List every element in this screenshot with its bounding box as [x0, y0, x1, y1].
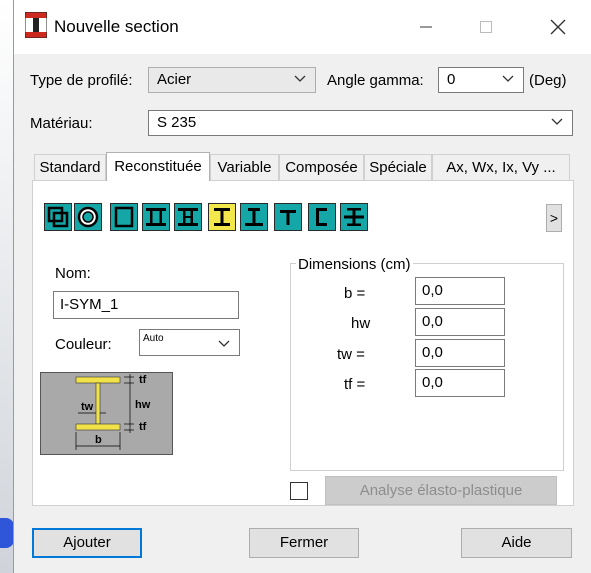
- diagram-tf-bottom-label: tf: [139, 421, 147, 433]
- angle-gamma-label: Angle gamma:: [327, 72, 424, 89]
- color-value: Auto: [143, 333, 164, 344]
- box-section-button[interactable]: [44, 203, 72, 231]
- t-section-button[interactable]: [274, 203, 302, 231]
- dim-tw-input[interactable]: 0,0: [415, 339, 505, 367]
- dim-hw-label: hw: [351, 315, 371, 332]
- rectangular-box-icon: [114, 206, 134, 228]
- diagram-b-label: b: [95, 434, 102, 446]
- close-icon: [550, 19, 566, 35]
- help-button[interactable]: Aide: [461, 528, 572, 558]
- box-with-flanges-icon: [178, 208, 198, 226]
- material-value: S 235: [157, 114, 197, 131]
- tab-speciale[interactable]: Spéciale: [364, 154, 432, 180]
- profile-type-label: Type de profilé:: [30, 72, 133, 89]
- dialog-window: Nouvelle section Type de profilé: Acier …: [13, 0, 591, 573]
- dim-tf-input[interactable]: 0,0: [415, 369, 505, 397]
- angle-gamma-unit: (Deg): [529, 72, 567, 89]
- dim-hw-value: 0,0: [422, 313, 443, 330]
- tab-composee[interactable]: Composée: [279, 154, 364, 180]
- minimize-button[interactable]: [411, 12, 441, 42]
- plastic-analysis-checkbox[interactable]: [290, 482, 308, 500]
- double-web-box-button[interactable]: [142, 203, 170, 231]
- chevron-down-icon: [294, 75, 306, 82]
- profile-type-value: Acier: [157, 71, 192, 88]
- diagram-tw-label: tw: [81, 401, 94, 413]
- maximize-icon: [480, 21, 492, 33]
- material-select[interactable]: S 235: [148, 110, 573, 136]
- tab-reconstituee[interactable]: Reconstituée: [106, 152, 210, 181]
- dim-tw-label: tw =: [337, 346, 365, 363]
- chevron-down-icon: [218, 340, 230, 347]
- close-button[interactable]: [543, 12, 573, 42]
- chevron-down-icon: [502, 75, 514, 82]
- profile-type-select[interactable]: Acier: [148, 67, 316, 93]
- c-channel-icon: [316, 208, 327, 226]
- chevron-down-icon: [551, 118, 563, 125]
- angle-gamma-select[interactable]: 0: [438, 67, 524, 93]
- dim-tw-value: 0,0: [422, 344, 443, 361]
- minimize-icon: [420, 26, 432, 28]
- cross-section-button[interactable]: [340, 203, 368, 231]
- name-value: I-SYM_1: [60, 296, 119, 313]
- dim-tf-value: 0,0: [422, 374, 443, 391]
- circular-tube-button[interactable]: [74, 203, 102, 231]
- circular-tube-icon: [77, 206, 99, 228]
- title-bar: Nouvelle section: [14, 0, 591, 54]
- name-label: Nom:: [55, 265, 91, 282]
- i-symmetric-button[interactable]: [208, 203, 236, 231]
- rectangular-box-button[interactable]: [110, 203, 138, 231]
- maximize-button[interactable]: [471, 12, 501, 42]
- dimensions-legend: Dimensions (cm): [296, 256, 413, 273]
- window-title: Nouvelle section: [54, 17, 179, 36]
- i-beam-app-icon: [25, 12, 47, 38]
- dim-b-input[interactable]: 0,0: [415, 277, 505, 305]
- dim-hw-input[interactable]: 0,0: [415, 308, 505, 336]
- tab-variable[interactable]: Variable: [210, 154, 279, 180]
- diagram-hw-label: hw: [135, 399, 151, 411]
- color-select[interactable]: Auto: [139, 329, 240, 356]
- i-symmetric-icon: [214, 208, 230, 226]
- tab-standard[interactable]: Standard: [34, 154, 106, 180]
- dim-b-label: b =: [344, 285, 366, 302]
- dim-tf-label: tf =: [344, 376, 366, 393]
- box-section-icon: [47, 206, 69, 228]
- color-label: Couleur:: [55, 336, 112, 353]
- c-channel-button[interactable]: [308, 203, 336, 231]
- add-button[interactable]: Ajouter: [32, 528, 142, 558]
- i-asymmetric-button[interactable]: [240, 203, 268, 231]
- section-diagram: tf hw tw tf b: [40, 372, 173, 455]
- box-with-flanges-button[interactable]: [174, 203, 202, 231]
- i-beam-diagram-icon: [75, 374, 134, 450]
- tab-properties[interactable]: Ax, Wx, Ix, Vy ...: [432, 154, 570, 180]
- plastic-analysis-button[interactable]: Analyse élasto-plastique: [325, 476, 557, 505]
- name-input[interactable]: I-SYM_1: [53, 291, 239, 319]
- t-section-icon: [280, 210, 296, 225]
- i-asymmetric-icon: [245, 208, 263, 226]
- background-shape: [0, 518, 14, 548]
- tab-bar: Standard Reconstituée Variable Composée …: [34, 152, 574, 181]
- scroll-right-button[interactable]: >: [546, 204, 562, 232]
- background-desktop: [0, 0, 14, 573]
- cross-section-icon: [344, 208, 364, 226]
- diagram-tf-top-label: tf: [139, 374, 147, 386]
- dim-b-value: 0,0: [422, 282, 443, 299]
- material-label: Matériau:: [30, 115, 93, 132]
- double-web-box-icon: [146, 208, 166, 226]
- close-dialog-button[interactable]: Fermer: [249, 528, 359, 558]
- angle-gamma-value: 0: [447, 71, 456, 88]
